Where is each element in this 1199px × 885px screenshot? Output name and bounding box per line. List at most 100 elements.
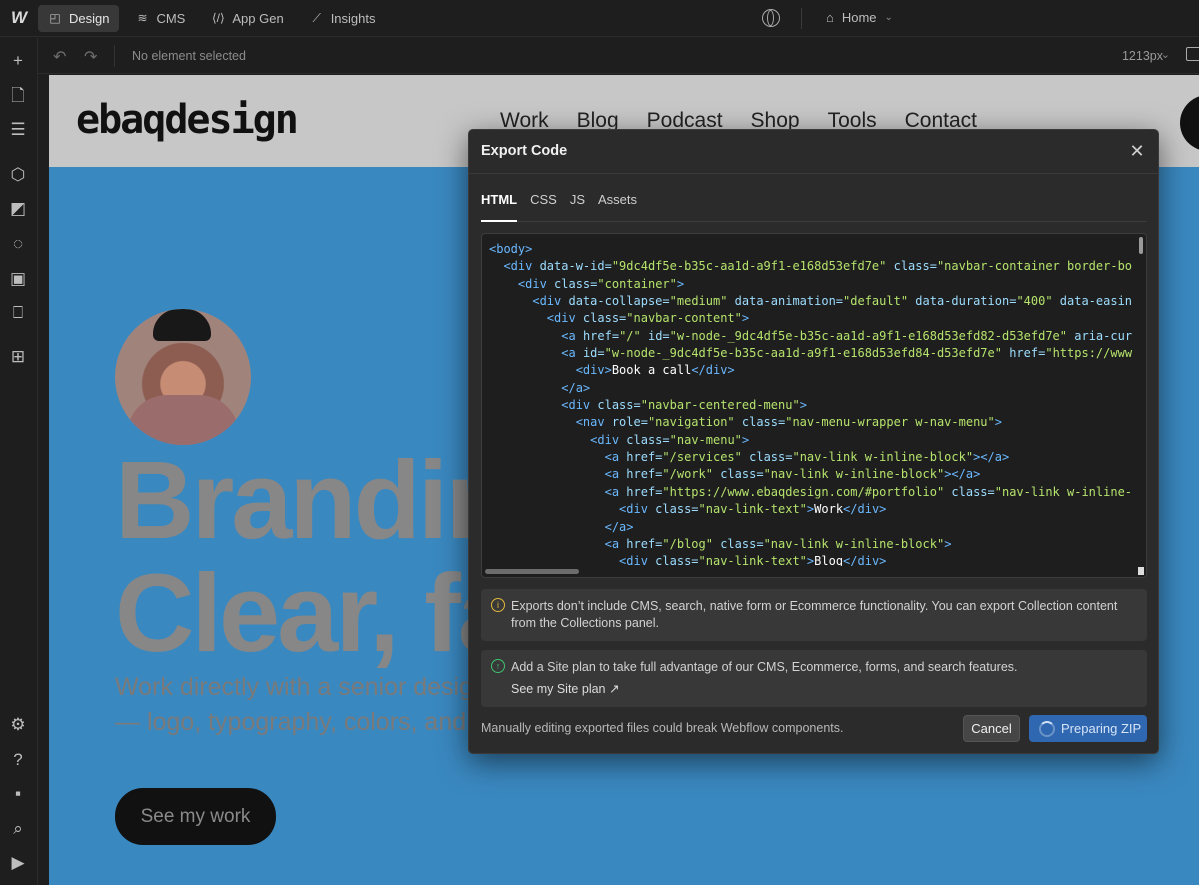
code-token: role= xyxy=(611,415,648,430)
modal-header: Export Code ✕ xyxy=(469,130,1158,174)
code-token: <a xyxy=(604,484,627,499)
components-icon[interactable]: ⬡ xyxy=(8,165,28,185)
code-token: <body> xyxy=(489,242,533,256)
left-rail: + 🗋 ☰ ⬡ ◩ ◌ ▣ ⎕ ⊞ ⚙ ? ▪ ⌕ ▶ xyxy=(0,38,38,885)
tab-insights[interactable]: ⟋ Insights xyxy=(300,5,386,32)
code-line: <div>Book a call</div> xyxy=(489,362,1141,379)
code-token: "nav-link-text" xyxy=(698,502,807,517)
code-token: <div> xyxy=(575,363,612,378)
code-token: class= xyxy=(582,311,627,326)
code-token: class= xyxy=(944,484,995,499)
redo-icon[interactable]: ↷ xyxy=(84,47,97,67)
code-line: <a href="/services" class="nav-link w-in… xyxy=(489,449,1141,466)
preparing-zip-button[interactable]: Preparing ZIP xyxy=(1029,715,1147,742)
tab-assets[interactable]: Assets xyxy=(598,188,637,222)
code-token: <nav xyxy=(575,415,612,430)
hero-heading-line: Clear, fa xyxy=(115,552,519,675)
vertical-scrollbar[interactable] xyxy=(1139,237,1143,254)
horizontal-scrollbar[interactable] xyxy=(485,569,579,574)
undo-icon[interactable]: ↶ xyxy=(53,47,66,67)
site-cta-button[interactable] xyxy=(1180,95,1199,151)
code-token: aria-cur xyxy=(1067,328,1133,343)
code-line: <a href="/" id="w-node-_9dc4df5e-b35c-aa… xyxy=(489,328,1141,345)
code-token: class= xyxy=(597,398,641,413)
hero-subheading: — logo, typography, colors, and xyxy=(115,708,467,736)
code-token: > xyxy=(799,398,807,413)
code-token: > xyxy=(741,432,750,447)
globe-icon[interactable] xyxy=(762,9,780,27)
cancel-button[interactable]: Cancel xyxy=(963,715,1020,742)
code-token: "/blog" xyxy=(662,536,713,551)
chevron-down-icon[interactable]: ⌄ xyxy=(1161,48,1170,61)
audit-icon[interactable]: ▪ xyxy=(8,784,28,804)
chevron-down-icon: ⌄ xyxy=(884,12,893,23)
add-icon[interactable]: + xyxy=(8,51,28,71)
code-token: Work xyxy=(814,502,844,517)
canvas-width-readout[interactable]: 1213px xyxy=(1122,49,1163,63)
site-logo[interactable]: ebaqdesign xyxy=(76,97,299,143)
code-line: <div class="container"> xyxy=(489,276,1141,293)
code-token: "nav-link w-inline- xyxy=(994,484,1133,499)
assets-icon[interactable]: ▣ xyxy=(8,269,28,289)
code-token: > xyxy=(676,276,685,291)
see-site-plan-link[interactable]: See my Site plan ↗ xyxy=(511,681,619,696)
code-line: <body> xyxy=(489,241,1141,258)
code-token: href= xyxy=(626,484,663,499)
tab-design[interactable]: ◰ Design xyxy=(38,4,120,32)
code-token: <div xyxy=(619,554,656,566)
tab-html[interactable]: HTML xyxy=(481,188,518,222)
code-token: > xyxy=(994,415,1002,430)
cms-book-icon[interactable]: ⎕ xyxy=(8,303,28,323)
code-slash-icon: ⟨/⟩ xyxy=(212,11,225,25)
notice-text: Add a Site plan to take full advantage o… xyxy=(511,660,1018,674)
code-token: data-w-id= xyxy=(539,259,612,274)
code-token: class= xyxy=(734,415,786,430)
styles-icon[interactable]: ◩ xyxy=(8,199,28,219)
code-token: </a> xyxy=(604,519,634,534)
code-token: id= xyxy=(582,346,605,361)
tab-js[interactable]: JS xyxy=(570,188,585,222)
tab-label: App Gen xyxy=(232,10,284,26)
variables-icon[interactable]: ◌ xyxy=(8,234,28,254)
code-token: data-duration= xyxy=(908,294,1017,309)
export-code-modal: Export Code ✕ HTML CSS JS Assets <body> … xyxy=(468,129,1159,754)
tab-cms[interactable]: ≋ CMS xyxy=(125,5,195,32)
export-limitations-notice: i Exports don’t include CMS, search, nat… xyxy=(481,589,1147,641)
code-token: "medium" xyxy=(669,294,728,309)
code-line: <a id="w-node-_9dc4df5e-b35c-aa1d-a9f1-e… xyxy=(489,345,1141,362)
code-token: "nav-link w-inline-block" xyxy=(792,450,974,465)
code-token: <a xyxy=(604,467,627,482)
desktop-icon[interactable] xyxy=(1186,47,1199,61)
see-my-work-button[interactable]: See my work xyxy=(115,788,276,845)
code-token: "nav-link-text" xyxy=(698,554,807,566)
avatar xyxy=(115,309,251,445)
code-line: </a> xyxy=(489,519,1141,536)
code-token: class= xyxy=(626,432,670,447)
code-token: data-easin xyxy=(1052,294,1133,309)
search-icon[interactable]: ⌕ xyxy=(8,819,28,839)
code-token: "9dc4df5e-b35c-aa1d-a9f1-e168d53efd7e" xyxy=(611,259,887,274)
code-viewer[interactable]: <body> <div data-w-id="9dc4df5e-b35c-aa1… xyxy=(481,233,1147,578)
code-line: <div class="navbar-centered-menu"> xyxy=(489,397,1141,414)
code-token: href= xyxy=(626,450,663,465)
logo-text-alt: design xyxy=(164,97,298,143)
close-icon[interactable]: ✕ xyxy=(1126,140,1148,162)
pages-icon[interactable]: 🗋 xyxy=(8,86,28,106)
page-select[interactable]: ⌂ Home ⌄ xyxy=(826,10,893,25)
code-token: class= xyxy=(655,502,699,517)
navigator-icon[interactable]: ☰ xyxy=(8,120,28,140)
tab-app-gen[interactable]: ⟨/⟩ App Gen xyxy=(201,5,293,32)
tab-css[interactable]: CSS xyxy=(530,188,557,222)
logo-text: ebaq xyxy=(76,97,166,143)
video-icon[interactable]: ▶ xyxy=(8,853,28,873)
settings-icon[interactable]: ⚙ xyxy=(8,715,28,735)
code-token: "/work" xyxy=(662,467,713,482)
code-line: <div data-w-id="9dc4df5e-b35c-aa1d-a9f1-… xyxy=(489,258,1141,275)
avatar-beanie xyxy=(153,309,211,341)
webflow-logo[interactable]: W xyxy=(0,0,38,37)
zip-button-label: Preparing ZIP xyxy=(1061,721,1142,736)
code-token: href= xyxy=(626,467,663,482)
help-icon[interactable]: ? xyxy=(8,750,28,770)
code-content[interactable]: <body> <div data-w-id="9dc4df5e-b35c-aa1… xyxy=(489,241,1141,566)
apps-icon[interactable]: ⊞ xyxy=(8,347,28,367)
